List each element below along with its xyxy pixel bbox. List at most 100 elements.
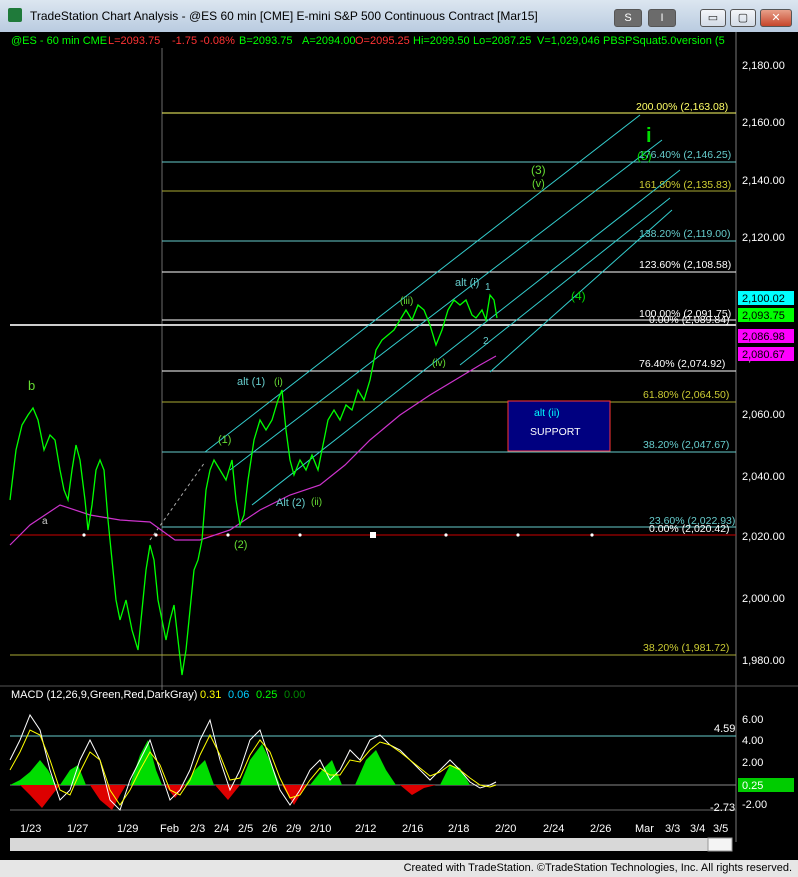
- macd-v2: 0.06: [228, 689, 249, 701]
- header-symbol: @ES - 60 min CME: [11, 35, 107, 47]
- minimize-button[interactable]: ▭: [700, 9, 726, 27]
- wave-iii: (iii): [400, 296, 413, 307]
- wave-iv: (iv): [432, 358, 446, 369]
- marker: [154, 533, 158, 537]
- price-tick: 2,180.00: [742, 60, 785, 72]
- macd-tag-upper: 4.59: [714, 723, 735, 735]
- fib-labels: 200.00% (2,163.08) 176.40% (2,146.25) 16…: [636, 101, 735, 654]
- time-tick: 3/4: [690, 823, 705, 835]
- time-tick: 2/4: [214, 823, 229, 835]
- header-volume: V=1,029,046: [537, 35, 600, 47]
- price-tick: 2,140.00: [742, 175, 785, 187]
- price-tick: 2,040.00: [742, 471, 785, 483]
- macd-v4: 0.00: [284, 689, 305, 701]
- maximize-button[interactable]: ▢: [730, 9, 756, 27]
- time-tick: Feb: [160, 823, 179, 835]
- macd-tick: 6.00: [742, 714, 763, 726]
- time-tick: 2/26: [590, 823, 611, 835]
- channel-mid-2: [251, 169, 681, 506]
- macd-v3: 0.25: [256, 689, 277, 701]
- macd-histogram-negative: [20, 785, 436, 810]
- wave-labels: i (5) (3) (v) (4) alt (i) 1 2 (iii) (iv)…: [28, 125, 652, 551]
- macd-axis: 6.00 4.00 2.00 -2.00: [742, 714, 767, 811]
- time-tick: 2/5: [238, 823, 253, 835]
- wave-alt-2: Alt (2): [276, 497, 305, 509]
- macd-label: MACD (12,26,9,Green,Red,DarkGray): [11, 689, 197, 701]
- time-tick: 1/29: [117, 823, 138, 835]
- channel-lower-1: [459, 197, 671, 366]
- i-button[interactable]: I: [648, 9, 676, 27]
- fib-label-0-lower: 0.00% (2,020.42): [649, 523, 730, 535]
- price-tick: 2,120.00: [742, 232, 785, 244]
- wave-b: b: [28, 378, 35, 393]
- chart-svg[interactable]: @ES - 60 min CME L=2093.75 -1.75 -0.08% …: [0, 32, 798, 860]
- price-tags: 2,100.02 2,093.75 2,086.98 2,080.67: [738, 291, 794, 361]
- tradestation-app-icon: [8, 8, 22, 22]
- wave-5: (5): [637, 149, 652, 163]
- time-tick: 2/16: [402, 823, 423, 835]
- macd-tag-mid: 0.25: [742, 780, 763, 792]
- price-tick: 2,000.00: [742, 593, 785, 605]
- scrollbar-thumb[interactable]: [707, 837, 733, 852]
- window-title: TradeStation Chart Analysis - @ES 60 min…: [30, 9, 538, 23]
- time-tick: 2/24: [543, 823, 564, 835]
- wave-2-paren: (2): [234, 539, 247, 551]
- wave-1: 1: [485, 282, 491, 293]
- support-box: alt (ii) SUPPORT: [507, 400, 611, 452]
- price-tick: 2,160.00: [742, 117, 785, 129]
- header-high: Hi=2099.50: [413, 35, 470, 47]
- chart-area[interactable]: @ES - 60 min CME L=2093.75 -1.75 -0.08% …: [0, 32, 798, 860]
- s-button[interactable]: S: [614, 9, 642, 27]
- time-tick: 2/9: [286, 823, 301, 835]
- header-last: L=2093.75: [108, 35, 160, 47]
- scrollbar-track[interactable]: [10, 838, 732, 851]
- header-bid: B=2093.75: [239, 35, 293, 47]
- wave-2: 2: [483, 336, 489, 347]
- fib-label-123: 123.60% (2,108.58): [639, 259, 731, 271]
- macd-tag-lower: -2.73: [710, 802, 735, 814]
- marker: [82, 533, 86, 537]
- wave-1-paren: (1): [218, 434, 231, 446]
- fib-label-38: 38.20% (2,047.67): [643, 439, 729, 451]
- time-tick: 2/3: [190, 823, 205, 835]
- macd-header: MACD (12,26,9,Green,Red,DarkGray) 0.31 0…: [11, 689, 305, 701]
- marker: [298, 533, 302, 537]
- support-line1: alt (ii): [534, 407, 560, 419]
- macd-tick: 4.00: [742, 735, 763, 747]
- macd-tick: 2.00: [742, 757, 763, 769]
- price-series-line: [9, 293, 498, 676]
- marker: [516, 533, 520, 537]
- marker-square: [370, 532, 376, 538]
- marker: [226, 533, 230, 537]
- wave-ii: (ii): [311, 497, 322, 508]
- wave-a: a: [42, 516, 48, 527]
- time-tick: 2/18: [448, 823, 469, 835]
- fib-label-138: 138.20% (2,119.00): [639, 228, 730, 240]
- time-tick: 1/27: [67, 823, 88, 835]
- marker: [444, 533, 448, 537]
- fib-label-38-lower: 38.20% (1,981.72): [643, 642, 729, 654]
- price-tick: 2,060.00: [742, 409, 785, 421]
- fib-label-161: 161.80% (2,135.83): [639, 179, 731, 191]
- wave-i: i: [646, 125, 652, 147]
- fib-label-76: 76.40% (2,074.92): [639, 358, 725, 370]
- header-pct: -0.08%: [200, 35, 235, 47]
- time-tick: 3/5: [713, 823, 728, 835]
- copyright-text: Created with TradeStation. ©TradeStation…: [403, 862, 792, 874]
- wave-3: (3): [531, 163, 546, 177]
- header-ask: A=2094.00: [302, 35, 356, 47]
- fib-label-0-upper: 0.00% (2,089.84): [649, 314, 730, 326]
- time-tick: 1/23: [20, 823, 41, 835]
- macd-tick: -2.00: [742, 799, 767, 811]
- wave-4: (4): [571, 289, 586, 303]
- time-tick: 2/12: [355, 823, 376, 835]
- time-tick: 2/6: [262, 823, 277, 835]
- time-tick: 2/20: [495, 823, 516, 835]
- close-button[interactable]: ✕: [760, 9, 792, 27]
- horizontal-scrollbar[interactable]: [10, 837, 733, 852]
- price-tag-2: 2,086.98: [742, 331, 785, 343]
- header-change: -1.75: [172, 35, 197, 47]
- title-bar: TradeStation Chart Analysis - @ES 60 min…: [0, 0, 798, 33]
- support-line2: SUPPORT: [530, 426, 581, 438]
- header-open: O=2095.25: [355, 35, 410, 47]
